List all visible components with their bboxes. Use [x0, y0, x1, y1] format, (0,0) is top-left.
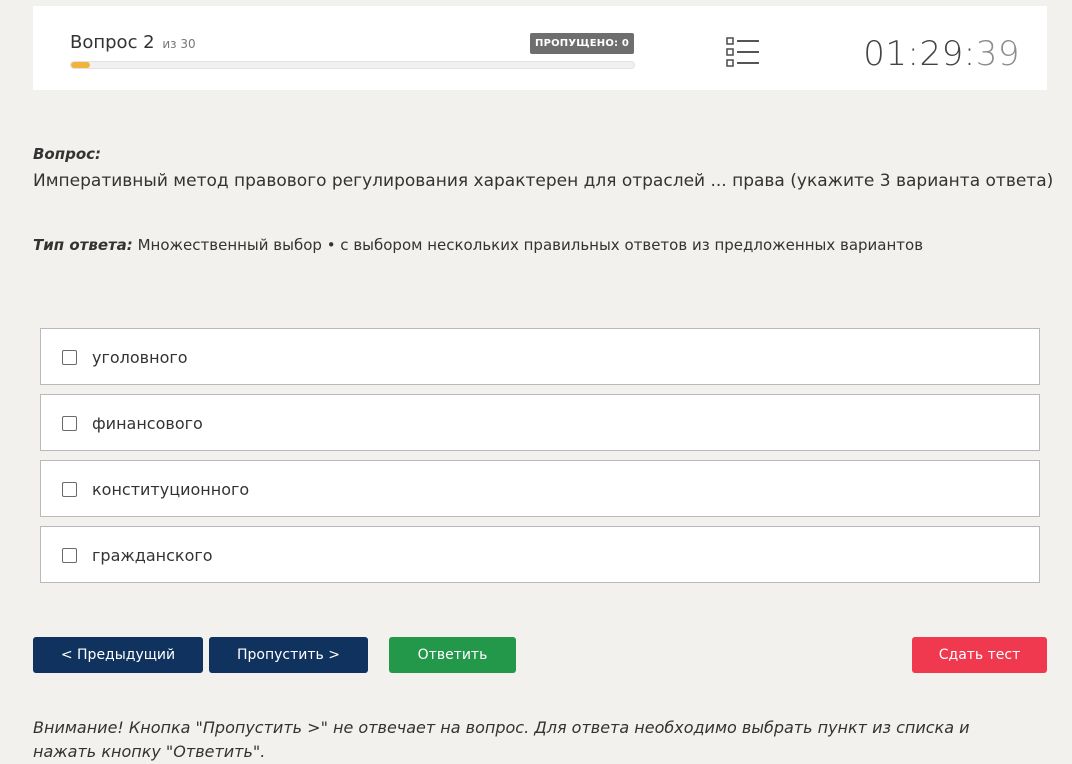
header-panel: Вопрос 2 из 30 ПРОПУЩЕНО: 0 01:29:39: [33, 6, 1047, 90]
progress-bar: [70, 61, 635, 69]
timer-seconds: 39: [975, 34, 1020, 74]
option-label: конституционного: [92, 480, 250, 499]
question-list-icon[interactable]: [726, 37, 760, 67]
option-label: гражданского: [92, 546, 213, 565]
answer-type: Тип ответа: Множественный выбор • с выбо…: [33, 236, 923, 254]
answer-button[interactable]: Ответить: [389, 637, 516, 673]
option-label: уголовного: [92, 348, 188, 367]
answer-type-text: Множественный выбор • с выбором нескольк…: [137, 236, 924, 254]
skipped-badge: ПРОПУЩЕНО: 0: [530, 33, 635, 54]
checkbox[interactable]: [62, 548, 77, 563]
answer-option[interactable]: уголовного: [40, 328, 1040, 385]
skip-warning: Внимание! Кнопка "Пропустить >" не отвеч…: [33, 718, 970, 761]
timer-hours-minutes: 01:29:: [863, 34, 976, 74]
answer-option[interactable]: конституционного: [40, 460, 1040, 517]
skip-button[interactable]: Пропустить >: [209, 637, 368, 673]
previous-button[interactable]: < Предыдущий: [33, 637, 203, 673]
answer-options: уголовного финансового конституционного …: [40, 328, 1040, 592]
checkbox[interactable]: [62, 482, 77, 497]
option-label: финансового: [92, 414, 203, 433]
answer-type-label: Тип ответа:: [33, 236, 133, 254]
answer-option[interactable]: финансового: [40, 394, 1040, 451]
answer-option[interactable]: гражданского: [40, 526, 1040, 583]
countdown-timer: 01:29:39: [863, 34, 1020, 74]
submit-test-button[interactable]: Сдать тест: [912, 637, 1047, 673]
question-total: из 30: [162, 37, 196, 51]
question-counter: Вопрос 2 из 30: [70, 32, 196, 53]
progress-fill: [71, 62, 90, 68]
checkbox[interactable]: [62, 350, 77, 365]
question-number: Вопрос 2: [70, 32, 155, 53]
checkbox[interactable]: [62, 416, 77, 431]
question-text: Императивный метод правового регулирован…: [33, 171, 1054, 191]
question-label: Вопрос:: [33, 145, 102, 163]
